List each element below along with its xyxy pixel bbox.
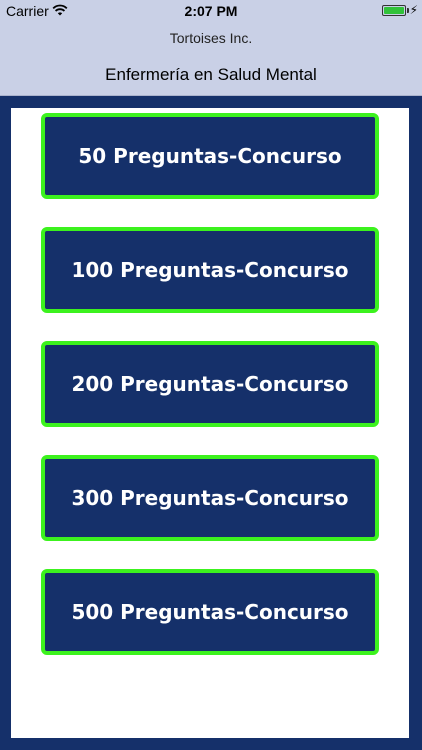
clock: 2:07 PM (184, 3, 238, 19)
navigation-header: Tortoises Inc. Enfermería en Salud Menta… (0, 22, 422, 96)
company-name: Tortoises Inc. (169, 30, 253, 46)
quiz-200-button[interactable]: 200 Preguntas-Concurso (41, 341, 379, 427)
quiz-500-button[interactable]: 500 Preguntas-Concurso (41, 569, 379, 655)
quiz-300-button[interactable]: 300 Preguntas-Concurso (41, 455, 379, 541)
battery-icon (382, 5, 406, 16)
status-bar: Carrier 2:07 PM ⚡ (0, 0, 422, 22)
quiz-100-button[interactable]: 100 Preguntas-Concurso (41, 227, 379, 313)
page-title: Enfermería en Salud Mental (105, 65, 317, 84)
charging-bolt-icon: ⚡ (409, 3, 418, 17)
quiz-50-button[interactable]: 50 Preguntas-Concurso (41, 113, 379, 199)
